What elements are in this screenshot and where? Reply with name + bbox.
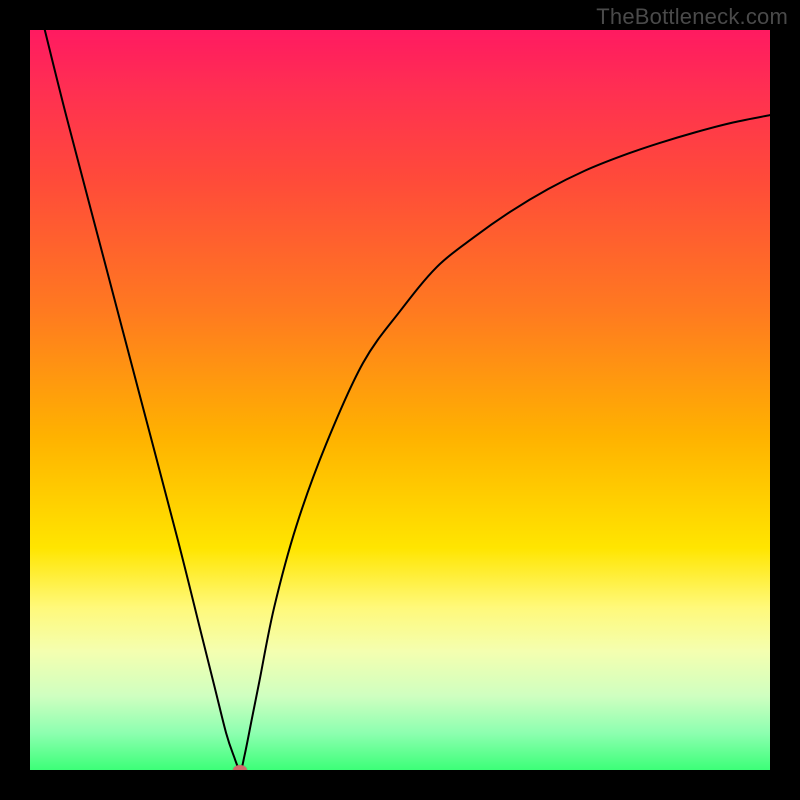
chart-frame: TheBottleneck.com: [0, 0, 800, 800]
minimum-marker: [233, 765, 247, 770]
bottleneck-curve: [45, 30, 770, 770]
curve-layer: [30, 30, 770, 770]
watermark-text: TheBottleneck.com: [596, 4, 788, 30]
plot-area: [30, 30, 770, 770]
